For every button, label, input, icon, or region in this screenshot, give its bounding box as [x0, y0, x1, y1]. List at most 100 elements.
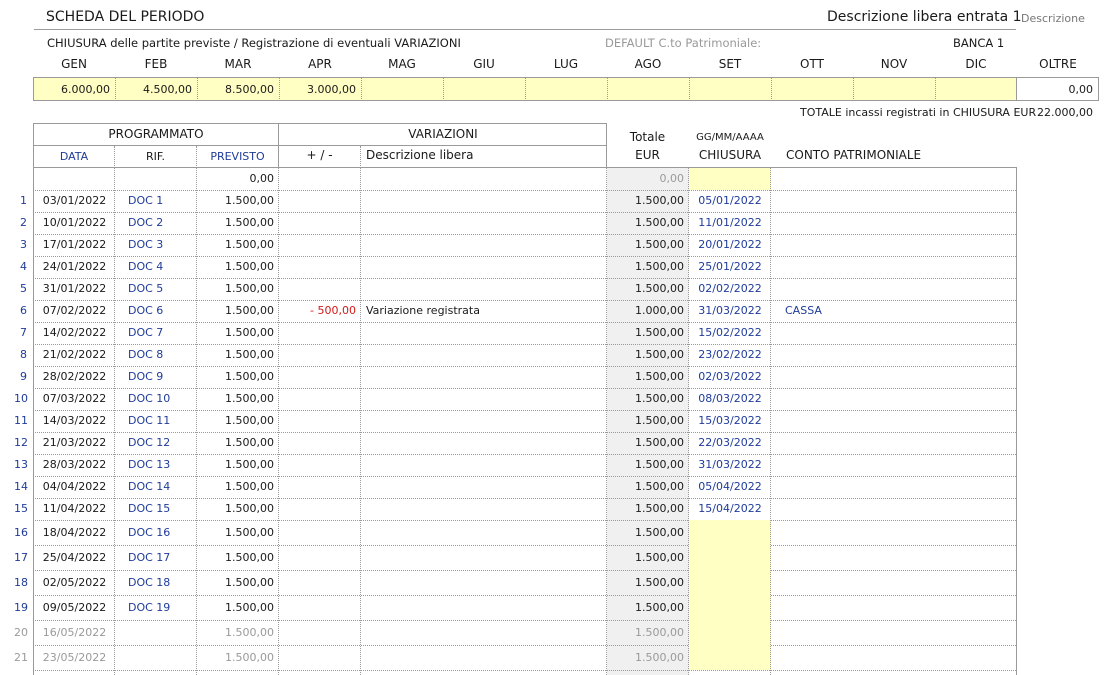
cell-conto[interactable] — [771, 212, 1016, 234]
cell-previsto[interactable]: 1.500,00 — [197, 476, 279, 498]
cell-date[interactable]: 02/05/2022 — [34, 570, 115, 595]
cell-chiusura[interactable]: 31/03/2022 — [689, 300, 771, 322]
cell-chiusura[interactable]: 22/03/2022 — [689, 432, 771, 454]
cell-chiusura[interactable]: 05/01/2022 — [689, 190, 771, 212]
cell-rif[interactable]: DOC 5 — [115, 278, 197, 300]
cell-conto[interactable] — [771, 476, 1016, 498]
cell-conto[interactable] — [771, 570, 1016, 595]
cell-variazione[interactable] — [279, 545, 361, 570]
cell-variazione[interactable] — [279, 498, 361, 520]
cell-variazione[interactable] — [279, 234, 361, 256]
cell-date[interactable]: 14/02/2022 — [34, 322, 115, 344]
cell-conto[interactable] — [771, 432, 1016, 454]
cell-rif[interactable]: DOC 3 — [115, 234, 197, 256]
cell-descrizione[interactable] — [361, 256, 606, 278]
cell-date[interactable]: 10/01/2022 — [34, 212, 115, 234]
cell-chiusura[interactable]: 23/02/2022 — [689, 344, 771, 366]
cell-rif[interactable]: DOC 19 — [115, 595, 197, 620]
cell-chiusura[interactable]: 15/02/2022 — [689, 322, 771, 344]
cell-date[interactable]: 31/01/2022 — [34, 278, 115, 300]
cell-chiusura[interactable] — [689, 545, 771, 570]
cell-descrizione[interactable] — [361, 454, 606, 476]
cell-previsto[interactable]: 1.500,00 — [197, 344, 279, 366]
cell-rif[interactable]: DOC 7 — [115, 322, 197, 344]
cell-variazione[interactable] — [279, 388, 361, 410]
cell-previsto[interactable]: 1.500,00 — [197, 520, 279, 545]
cell-date[interactable]: 16/05/2022 — [34, 620, 115, 645]
cell-previsto[interactable]: 1.500,00 — [197, 645, 279, 670]
cell-variazione[interactable] — [279, 432, 361, 454]
cell-conto[interactable] — [771, 645, 1016, 670]
cell-rif[interactable] — [115, 620, 197, 645]
cell-conto[interactable] — [771, 388, 1016, 410]
cell-rif[interactable]: DOC 11 — [115, 410, 197, 432]
month-value-dic[interactable] — [935, 77, 1017, 101]
cell-descrizione[interactable] — [361, 520, 606, 545]
cell-variazione[interactable] — [279, 322, 361, 344]
cell-descrizione[interactable] — [361, 278, 606, 300]
cell-variazione[interactable] — [279, 190, 361, 212]
month-value-apr[interactable]: 3.000,00 — [279, 77, 361, 101]
cell-variazione[interactable]: - 500,00 — [279, 300, 361, 322]
cell-date[interactable]: 09/05/2022 — [34, 595, 115, 620]
cell-chiusura[interactable] — [689, 645, 771, 670]
cell-descrizione[interactable] — [361, 212, 606, 234]
cell-descrizione[interactable] — [361, 344, 606, 366]
cell-date[interactable]: 04/04/2022 — [34, 476, 115, 498]
cell-date[interactable]: 25/04/2022 — [34, 545, 115, 570]
cell-rif[interactable]: DOC 17 — [115, 545, 197, 570]
cell-chiusura[interactable]: 05/04/2022 — [689, 476, 771, 498]
cell-date[interactable]: 28/02/2022 — [34, 366, 115, 388]
cell-descrizione[interactable] — [361, 595, 606, 620]
cell-conto[interactable] — [771, 256, 1016, 278]
cell-date[interactable]: 07/02/2022 — [34, 300, 115, 322]
cell-chiusura[interactable]: 25/01/2022 — [689, 256, 771, 278]
cell-chiusura[interactable]: 02/03/2022 — [689, 366, 771, 388]
cell-variazione[interactable] — [279, 366, 361, 388]
cell-descrizione[interactable] — [361, 545, 606, 570]
cell-chiusura[interactable] — [689, 620, 771, 645]
month-value-lug[interactable] — [525, 77, 607, 101]
cell-variazione[interactable] — [279, 595, 361, 620]
cell-descrizione[interactable] — [361, 410, 606, 432]
cell-conto[interactable] — [771, 344, 1016, 366]
cell-date[interactable]: 14/03/2022 — [34, 410, 115, 432]
cell-chiusura[interactable]: 20/01/2022 — [689, 234, 771, 256]
cell-rif[interactable]: DOC 8 — [115, 344, 197, 366]
cell-previsto[interactable]: 1.500,00 — [197, 454, 279, 476]
cell-chiusura[interactable]: 02/02/2022 — [689, 278, 771, 300]
opening-chiusura[interactable] — [689, 168, 771, 190]
month-value-nov[interactable] — [853, 77, 935, 101]
cell-chiusura[interactable] — [689, 570, 771, 595]
cell-variazione[interactable] — [279, 256, 361, 278]
cell-previsto[interactable]: 1.500,00 — [197, 366, 279, 388]
cell-date[interactable]: 17/01/2022 — [34, 234, 115, 256]
cell-previsto[interactable]: 1.500,00 — [197, 595, 279, 620]
month-value-set[interactable] — [689, 77, 771, 101]
cell-descrizione[interactable] — [361, 476, 606, 498]
cell-previsto[interactable]: 1.500,00 — [197, 234, 279, 256]
cell-variazione[interactable] — [279, 520, 361, 545]
cell-date[interactable]: 24/01/2022 — [34, 256, 115, 278]
cell-date[interactable]: 03/01/2022 — [34, 190, 115, 212]
cell-variazione[interactable] — [279, 278, 361, 300]
cell-descrizione[interactable] — [361, 366, 606, 388]
cell-chiusura[interactable]: 15/04/2022 — [689, 498, 771, 520]
cell-descrizione[interactable] — [361, 388, 606, 410]
cell-chiusura[interactable] — [689, 520, 771, 545]
cell-rif[interactable]: DOC 6 — [115, 300, 197, 322]
cell-previsto[interactable]: 1.500,00 — [197, 432, 279, 454]
cell-rif[interactable]: DOC 15 — [115, 498, 197, 520]
cell-descrizione[interactable] — [361, 645, 606, 670]
month-value-giu[interactable] — [443, 77, 525, 101]
cell-rif[interactable]: DOC 4 — [115, 256, 197, 278]
cell-date[interactable]: 18/04/2022 — [34, 520, 115, 545]
cell-conto[interactable] — [771, 498, 1016, 520]
cell-variazione[interactable] — [279, 476, 361, 498]
cell-descrizione[interactable] — [361, 570, 606, 595]
cell-variazione[interactable] — [279, 410, 361, 432]
cell-conto[interactable] — [771, 595, 1016, 620]
cell-date[interactable]: 21/02/2022 — [34, 344, 115, 366]
cell-descrizione[interactable] — [361, 322, 606, 344]
cell-previsto[interactable]: 1.500,00 — [197, 212, 279, 234]
